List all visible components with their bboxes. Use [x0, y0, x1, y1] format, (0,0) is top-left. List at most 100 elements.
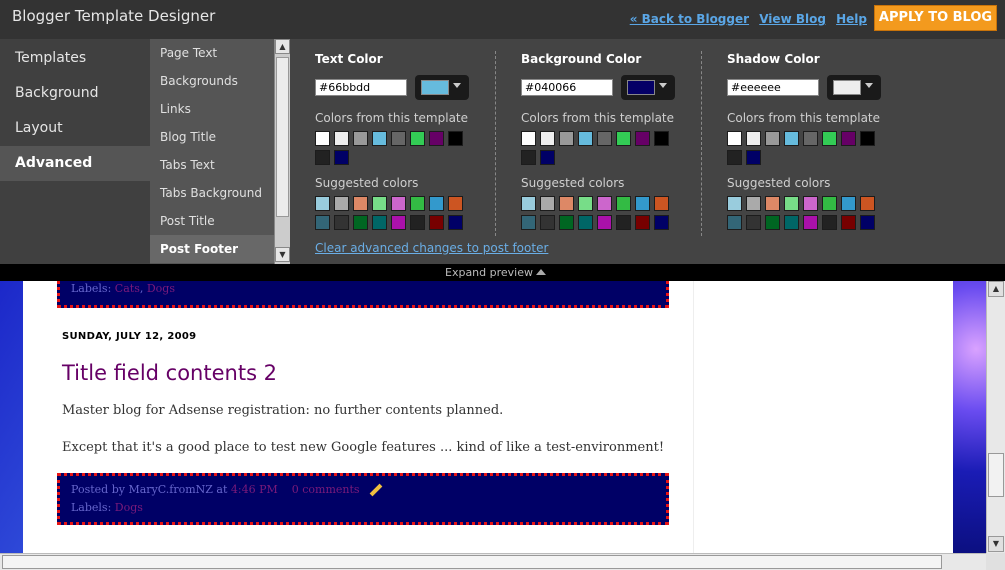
sub-item-tabs-background[interactable]: Tabs Background	[150, 179, 274, 207]
color-swatch[interactable]	[654, 196, 669, 211]
color-swatch[interactable]	[727, 150, 742, 165]
color-swatch[interactable]	[353, 196, 368, 211]
expand-preview-label[interactable]: Expand preview	[445, 266, 533, 279]
post-title[interactable]: Title field contents 2	[62, 361, 277, 385]
color-swatch[interactable]	[784, 131, 799, 146]
menu-item-layout[interactable]: Layout	[0, 111, 150, 146]
scroll-down-arrow-icon[interactable]: ▼	[988, 536, 1004, 552]
color-swatch[interactable]	[635, 131, 650, 146]
color-swatch[interactable]	[822, 196, 837, 211]
color-swatch[interactable]	[540, 150, 555, 165]
color-swatch[interactable]	[353, 215, 368, 230]
color-swatch[interactable]	[540, 196, 555, 211]
color-swatch[interactable]	[391, 196, 406, 211]
color-swatch[interactable]	[746, 215, 761, 230]
color-swatch[interactable]	[654, 215, 669, 230]
color-swatch[interactable]	[616, 215, 631, 230]
scroll-up-arrow-icon[interactable]: ▲	[988, 281, 1004, 297]
color-swatch[interactable]	[597, 215, 612, 230]
color-swatch[interactable]	[334, 196, 349, 211]
author-name[interactable]: MaryC.fromNZ	[128, 483, 212, 496]
color-swatch[interactable]	[654, 131, 669, 146]
color-swatch[interactable]	[578, 215, 593, 230]
hex-color-input[interactable]	[521, 79, 613, 96]
color-swatch[interactable]	[521, 215, 536, 230]
color-swatch[interactable]	[597, 196, 612, 211]
color-swatch[interactable]	[315, 150, 330, 165]
color-swatch[interactable]	[559, 131, 574, 146]
color-swatch[interactable]	[429, 215, 444, 230]
color-swatch[interactable]	[597, 131, 612, 146]
scroll-thumb[interactable]	[276, 57, 289, 217]
color-swatch[interactable]	[765, 131, 780, 146]
label-link-dogs[interactable]: Dogs	[147, 282, 175, 295]
color-swatch[interactable]	[429, 196, 444, 211]
color-swatch[interactable]	[822, 131, 837, 146]
menu-item-background[interactable]: Background	[0, 76, 150, 111]
color-swatch[interactable]	[429, 131, 444, 146]
color-swatch[interactable]	[334, 215, 349, 230]
sub-item-post-title[interactable]: Post Title	[150, 207, 274, 235]
color-swatch[interactable]	[860, 215, 875, 230]
scroll-thumb[interactable]	[988, 453, 1004, 497]
edit-pencil-icon[interactable]	[369, 483, 383, 497]
color-swatch[interactable]	[803, 215, 818, 230]
color-swatch[interactable]	[841, 215, 856, 230]
color-swatch[interactable]	[727, 215, 742, 230]
menu-item-advanced[interactable]: Advanced	[0, 146, 150, 181]
sub-item-blog-title[interactable]: Blog Title	[150, 123, 274, 151]
color-swatch[interactable]	[521, 196, 536, 211]
apply-to-blog-button[interactable]: APPLY TO BLOG	[874, 5, 997, 31]
color-swatch[interactable]	[372, 215, 387, 230]
color-swatch[interactable]	[765, 215, 780, 230]
color-swatch[interactable]	[784, 196, 799, 211]
color-picker-button[interactable]	[415, 75, 469, 100]
preview-horizontal-scrollbar[interactable]	[0, 553, 986, 570]
color-swatch[interactable]	[765, 196, 780, 211]
sub-item-backgrounds[interactable]: Backgrounds	[150, 67, 274, 95]
color-swatch[interactable]	[448, 215, 463, 230]
color-swatch[interactable]	[746, 131, 761, 146]
label-link-cats[interactable]: Cats	[115, 282, 140, 295]
post-time-link[interactable]: 4:46 PM	[231, 483, 278, 496]
color-swatch[interactable]	[559, 196, 574, 211]
color-swatch[interactable]	[616, 131, 631, 146]
hex-color-input[interactable]	[727, 79, 819, 96]
color-swatch[interactable]	[822, 215, 837, 230]
color-swatch[interactable]	[635, 215, 650, 230]
color-picker-button[interactable]	[827, 75, 881, 100]
color-swatch[interactable]	[315, 196, 330, 211]
color-swatch[interactable]	[391, 215, 406, 230]
scroll-thumb[interactable]	[2, 555, 942, 569]
color-swatch[interactable]	[635, 196, 650, 211]
scroll-up-arrow-icon[interactable]: ▲	[275, 39, 290, 54]
view-blog-link[interactable]: View Blog	[759, 12, 826, 26]
clear-advanced-changes-link[interactable]: Clear advanced changes to post footer	[315, 241, 548, 255]
color-swatch[interactable]	[315, 215, 330, 230]
color-swatch[interactable]	[727, 131, 742, 146]
color-swatch[interactable]	[746, 150, 761, 165]
color-swatch[interactable]	[578, 196, 593, 211]
color-swatch[interactable]	[803, 131, 818, 146]
color-swatch[interactable]	[448, 131, 463, 146]
expand-up-icon[interactable]	[536, 269, 546, 275]
color-swatch[interactable]	[372, 196, 387, 211]
color-picker-button[interactable]	[621, 75, 675, 100]
color-swatch[interactable]	[448, 196, 463, 211]
color-swatch[interactable]	[860, 196, 875, 211]
sub-menu-scrollbar[interactable]: ▲ ▼	[274, 39, 290, 264]
color-swatch[interactable]	[334, 131, 349, 146]
sub-item-links[interactable]: Links	[150, 95, 274, 123]
color-swatch[interactable]	[578, 131, 593, 146]
color-swatch[interactable]	[315, 131, 330, 146]
preview-vertical-scrollbar[interactable]: ▲ ▼	[986, 281, 1005, 553]
color-swatch[interactable]	[391, 131, 406, 146]
help-link[interactable]: Help	[836, 12, 867, 26]
color-swatch[interactable]	[860, 131, 875, 146]
color-swatch[interactable]	[540, 215, 555, 230]
label-link-dogs[interactable]: Dogs	[115, 501, 143, 514]
sub-item-post-footer[interactable]: Post Footer	[150, 235, 274, 263]
color-swatch[interactable]	[841, 196, 856, 211]
back-to-blogger-link[interactable]: « Back to Blogger	[630, 12, 749, 26]
color-swatch[interactable]	[746, 196, 761, 211]
